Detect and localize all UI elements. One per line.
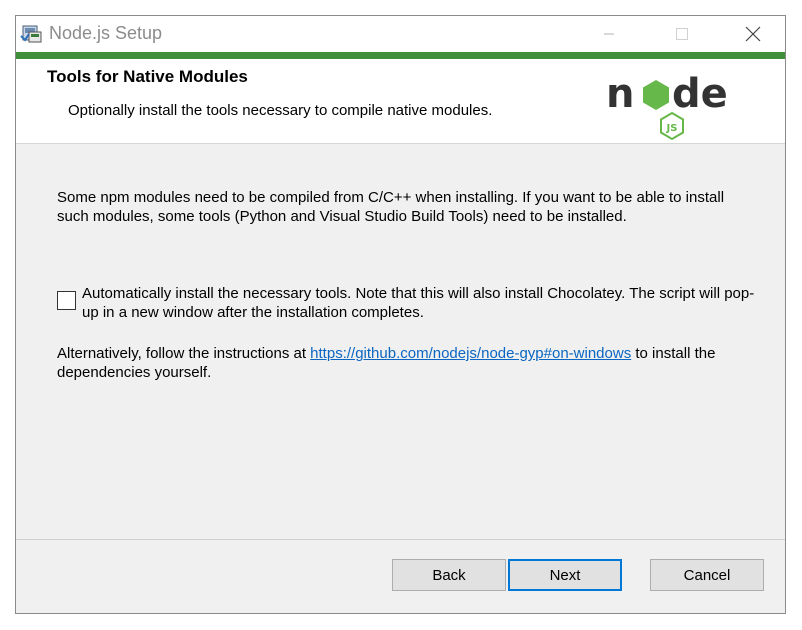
back-button[interactable]: Back <box>392 559 506 591</box>
setup-window: Node.js Setup Tools for Native Modules O… <box>15 15 786 614</box>
maximize-icon <box>676 28 688 40</box>
page-subtitle: Optionally install the tools necessary t… <box>68 102 493 119</box>
header-banner: Tools for Native Modules Optionally inst… <box>16 59 785 144</box>
auto-install-tools-label[interactable]: Automatically install the necessary tool… <box>82 284 762 322</box>
logo-word-n: n <box>606 71 634 117</box>
accent-bar <box>16 52 785 59</box>
minimize-icon <box>604 33 614 35</box>
description-paragraph: Some npm modules need to be compiled fro… <box>57 189 725 225</box>
installer-app-icon <box>20 25 42 43</box>
next-button[interactable]: Next <box>508 559 622 591</box>
node-gyp-link[interactable]: https://github.com/nodejs/node-gyp#on-wi… <box>310 345 631 362</box>
logo-word-de: de <box>672 71 728 117</box>
title-bar: Node.js Setup <box>16 16 785 52</box>
close-icon <box>745 26 761 42</box>
logo-js-badge: JS <box>666 123 678 134</box>
minimize-button[interactable] <box>586 16 632 52</box>
nodejs-logo: n de JS <box>606 71 728 141</box>
alternative-instructions: Alternatively, follow the instructions a… <box>57 344 757 382</box>
cancel-button[interactable]: Cancel <box>650 559 764 591</box>
auto-install-tools-checkbox[interactable] <box>57 291 76 310</box>
footer-divider <box>16 539 785 540</box>
logo-hexagon-icon <box>643 80 669 110</box>
page-title: Tools for Native Modules <box>47 67 248 86</box>
alternative-text-before: Alternatively, follow the instructions a… <box>57 345 311 362</box>
maximize-button[interactable] <box>659 16 705 52</box>
close-button[interactable] <box>730 16 776 52</box>
window-title: Node.js Setup <box>49 23 163 43</box>
